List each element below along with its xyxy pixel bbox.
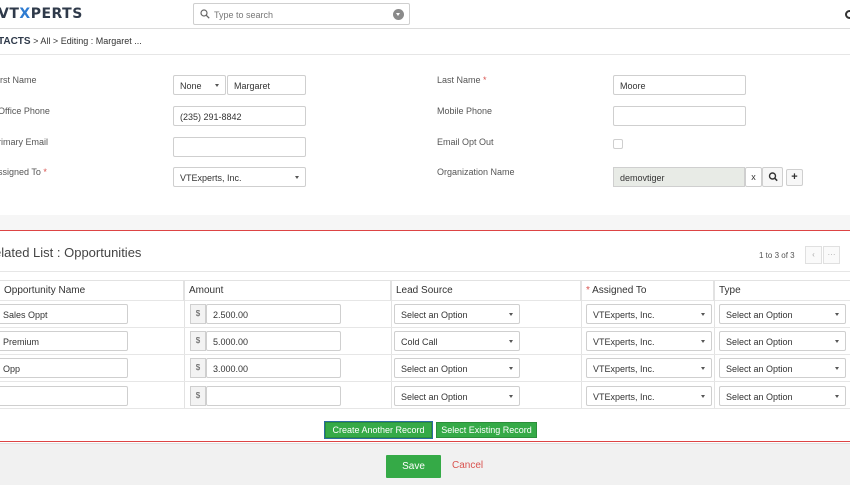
assigned-to-select[interactable]: VTExperts, Inc. xyxy=(173,167,306,187)
search-placeholder: Type to search xyxy=(214,10,274,20)
amount-input[interactable]: 2.500.00 xyxy=(206,304,341,324)
lead-source-select[interactable]: Select an Option xyxy=(394,358,520,378)
add-organization-button[interactable]: + xyxy=(786,169,803,186)
primary-email-label: rimary Email xyxy=(0,137,49,147)
required-mark: * xyxy=(483,75,487,85)
breadcrumb-separator: > xyxy=(52,36,59,46)
first-name-label: irst Name xyxy=(0,75,37,85)
logo-suffix: PERTS xyxy=(30,6,83,22)
cancel-link[interactable]: Cancel xyxy=(452,460,483,471)
column-header-amount: Amount xyxy=(184,280,391,301)
app-logo[interactable]: VTXPERTS xyxy=(0,6,83,22)
currency-symbol: $ xyxy=(190,358,206,378)
breadcrumb-editing: Editing : Margaret ... xyxy=(60,36,142,46)
search-dropdown-icon[interactable] xyxy=(393,9,404,20)
type-select[interactable]: Select an Option xyxy=(719,358,846,378)
currency-symbol: $ xyxy=(190,304,206,324)
office-phone-label: Office Phone xyxy=(0,106,50,116)
prev-page-button[interactable]: ‹ xyxy=(805,246,822,264)
breadcrumb-module[interactable]: TACTS xyxy=(0,36,31,47)
assigned-to-select[interactable]: VTExperts, Inc. xyxy=(586,358,712,378)
email-opt-out-checkbox[interactable] xyxy=(613,139,623,149)
lead-source-select[interactable]: Select an Option xyxy=(394,304,520,324)
last-name-input[interactable]: Moore xyxy=(613,75,746,95)
select-existing-record-button[interactable]: Select Existing Record xyxy=(436,422,537,438)
column-header-opportunity-name: Opportunity Name xyxy=(0,280,184,301)
office-phone-input[interactable]: (235) 291-8842 xyxy=(173,106,306,126)
opportunity-name-input[interactable]: Premium xyxy=(0,331,128,351)
related-list-title: elated List : Opportunities xyxy=(0,245,142,260)
breadcrumb: TACTS > All > Editing : Margaret ... xyxy=(0,36,142,47)
opportunity-name-input[interactable]: Opp xyxy=(0,358,128,378)
lead-source-select[interactable]: Cold Call xyxy=(394,331,520,351)
search-organization-button[interactable] xyxy=(762,167,783,187)
amount-input[interactable]: 3.000.00 xyxy=(206,358,341,378)
opportunity-name-input[interactable]: Sales Oppt xyxy=(0,304,128,324)
divider xyxy=(0,54,850,55)
search-icon xyxy=(768,172,778,182)
currency-symbol: $ xyxy=(190,331,206,351)
more-pages-button[interactable]: ··· xyxy=(823,246,840,264)
logo-prefix: VT xyxy=(0,6,20,22)
assigned-to-label-text: ssigned To xyxy=(0,167,41,177)
create-another-record-button[interactable]: Create Another Record xyxy=(324,421,433,439)
salutation-select[interactable]: None xyxy=(173,75,226,95)
column-header-type: Type xyxy=(719,285,741,296)
breadcrumb-all[interactable]: All xyxy=(40,36,50,46)
clear-organization-button[interactable]: x xyxy=(745,167,762,187)
save-button[interactable]: Save xyxy=(386,455,441,478)
assigned-to-select[interactable]: VTExperts, Inc. xyxy=(586,331,712,351)
section-spacer xyxy=(0,215,850,230)
primary-email-input[interactable] xyxy=(173,137,306,157)
email-opt-out-label: Email Opt Out xyxy=(437,137,494,147)
last-name-label-text: Last Name xyxy=(437,75,481,85)
section-divider xyxy=(0,230,850,231)
amount-input[interactable] xyxy=(206,386,341,406)
top-bar: VTXPERTS Type to search xyxy=(0,0,850,29)
assigned-to-header-text: Assigned To xyxy=(592,285,647,296)
assigned-to-label: ssigned To * xyxy=(0,167,47,177)
organization-label: Organization Name xyxy=(437,167,515,177)
currency-symbol: $ xyxy=(190,386,206,406)
first-name-input[interactable]: Margaret xyxy=(227,75,306,95)
amount-input[interactable]: 5.000.00 xyxy=(206,331,341,351)
mobile-phone-input[interactable] xyxy=(613,106,746,126)
required-mark: * xyxy=(586,285,590,296)
assigned-to-select[interactable]: VTExperts, Inc. xyxy=(586,386,712,406)
opportunity-name-input[interactable] xyxy=(0,386,128,406)
breadcrumb-separator: > xyxy=(33,36,39,46)
search-icon xyxy=(200,9,210,19)
column-header-lead-source: Lead Source xyxy=(391,280,581,301)
organization-input[interactable]: demovtiger xyxy=(613,167,745,187)
assigned-to-select[interactable]: VTExperts, Inc. xyxy=(586,304,712,324)
lead-source-select[interactable]: Select an Option xyxy=(394,386,520,406)
column-header-assigned-to: * Assigned To xyxy=(581,280,714,301)
logo-x: X xyxy=(19,6,31,22)
type-select[interactable]: Select an Option xyxy=(719,304,846,324)
section-divider xyxy=(0,441,850,442)
mobile-phone-label: Mobile Phone xyxy=(437,106,493,116)
settings-gear-icon[interactable] xyxy=(845,10,850,19)
type-select[interactable]: Select an Option xyxy=(719,386,846,406)
required-mark: * xyxy=(43,167,47,177)
type-select[interactable]: Select an Option xyxy=(719,331,846,351)
pagination-text: 1 to 3 of 3 xyxy=(759,251,795,260)
divider xyxy=(0,271,850,272)
last-name-label: Last Name * xyxy=(437,75,487,85)
global-search-input[interactable]: Type to search xyxy=(193,3,410,25)
